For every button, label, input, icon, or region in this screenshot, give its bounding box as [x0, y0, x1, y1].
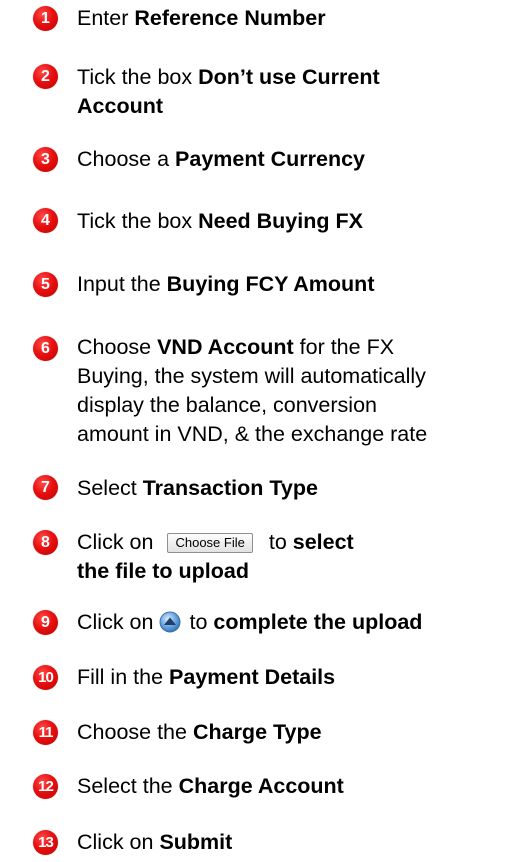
step-number-badge: 13: [33, 830, 58, 855]
step-number-badge: 9: [33, 610, 58, 635]
step-text: Enter Reference Number: [77, 6, 326, 30]
step-text: Select Transaction Type: [77, 476, 318, 500]
step-text: Input the Buying FCY Amount: [77, 272, 375, 296]
step-number-badge: 11: [33, 720, 58, 745]
step-number-badge: 1: [33, 6, 58, 31]
step-number-badge: 4: [33, 208, 58, 233]
step-number-badge: 2: [33, 64, 58, 89]
step-number-badge: 5: [33, 272, 58, 297]
step-text: Select the Charge Account: [77, 774, 344, 798]
step-number-badge: 7: [33, 475, 58, 500]
step-text: Click on Submit: [77, 830, 233, 854]
step-number-badge: 8: [33, 530, 58, 555]
step-text: Tick the box Need Buying FX: [77, 209, 363, 233]
step-number-badge: 6: [33, 336, 58, 361]
upload-arrow-icon[interactable]: [159, 611, 181, 633]
step-number-badge: 3: [33, 147, 58, 172]
step-text: Choose a Payment Currency: [77, 147, 366, 171]
choose-file-button[interactable]: Choose File: [167, 533, 253, 553]
step-text: Choose the Charge Type: [77, 720, 322, 744]
step-text: Click on to complete the upload: [77, 610, 423, 634]
step-text: Choose VND Account for the FX Buying, th…: [77, 335, 428, 446]
step-text: Click on Choose File to select the file to…: [77, 530, 354, 583]
step-number-badge: 12: [33, 774, 58, 799]
step-number-badge: 10: [33, 665, 58, 690]
step-text: Fill in the Payment Details: [77, 665, 336, 689]
step-text: Tick the box Don’t use Current Account: [77, 65, 380, 118]
